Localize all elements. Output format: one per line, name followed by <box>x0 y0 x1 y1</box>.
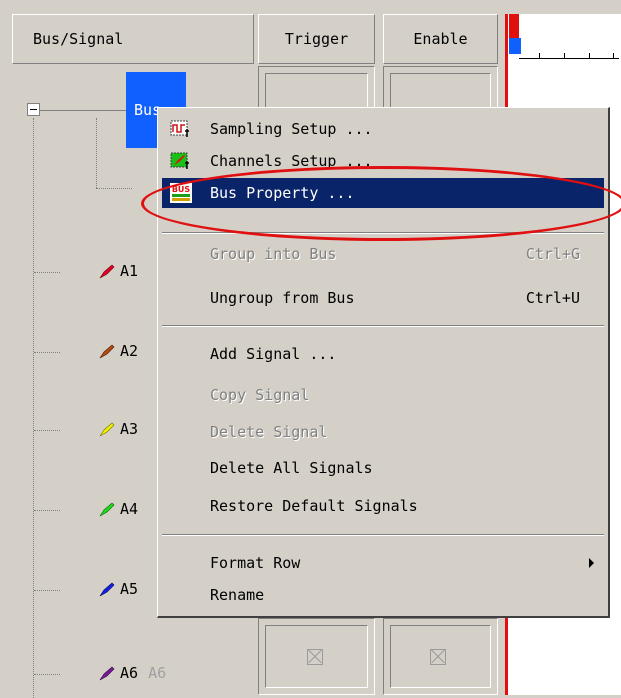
signal-row-a6[interactable]: A6 A6 <box>98 664 166 682</box>
sampling-setup-icon <box>170 120 189 137</box>
menu-item-shortcut: Ctrl+U <box>525 289 580 307</box>
disabled-x-icon <box>430 649 446 665</box>
signal-name: A2 <box>120 342 139 360</box>
tree-line <box>34 510 60 511</box>
ruler-tick <box>613 53 614 59</box>
menu-item-rename[interactable]: Rename <box>162 580 604 610</box>
column-header-trigger[interactable]: Trigger <box>258 14 375 64</box>
column-header-label: Enable <box>413 30 468 48</box>
column-header-label: Bus/Signal <box>33 30 124 48</box>
menu-separator <box>162 534 604 536</box>
tree-line <box>34 674 60 675</box>
channels-setup-icon <box>170 152 189 169</box>
blue-cursor-flag[interactable] <box>509 38 521 54</box>
signal-name: A6 <box>120 664 139 682</box>
column-header-enable[interactable]: Enable <box>383 14 498 64</box>
probe-icon <box>99 264 115 279</box>
menu-item-copy-signal[interactable]: Copy Signal <box>162 380 604 410</box>
probe-icon <box>99 502 115 517</box>
menu-item-label: Group into Bus <box>210 245 337 263</box>
ruler-tick <box>564 53 565 59</box>
trigger-cell[interactable] <box>258 618 375 695</box>
menu-item-label: Delete Signal <box>210 423 328 441</box>
signal-row-a3[interactable]: A3 <box>98 420 138 438</box>
probe-icon <box>99 666 115 681</box>
signal-name: A3 <box>120 420 139 438</box>
menu-item-delete-all-signals[interactable]: Delete All Signals <box>162 453 604 483</box>
menu-item-label: Restore Default Signals <box>210 497 418 515</box>
menu-separator <box>162 325 604 327</box>
time-ruler <box>519 58 619 59</box>
menu-item-label: Add Signal ... <box>210 345 337 363</box>
menu-item-label: Ungroup from Bus <box>210 289 355 307</box>
probe-icon <box>99 344 115 359</box>
ruler-tick <box>539 53 540 59</box>
signal-row-a1[interactable]: A1 <box>98 262 138 280</box>
menu-item-restore-default-signals[interactable]: Restore Default Signals <box>162 491 604 521</box>
tree-line <box>34 430 60 431</box>
menu-item-label: Sampling Setup ... <box>210 120 373 138</box>
signal-name: A5 <box>120 580 139 598</box>
disabled-x-icon <box>307 649 323 665</box>
probe-icon <box>99 422 115 437</box>
tree-line <box>96 188 132 189</box>
probe-icon <box>99 582 115 597</box>
menu-item-format-row[interactable]: Format Row <box>162 548 604 578</box>
tree-line <box>33 118 34 698</box>
column-header-label: Trigger <box>284 30 349 48</box>
submenu-arrow-icon <box>589 558 594 568</box>
signal-name: A1 <box>120 262 139 280</box>
minus-icon <box>30 109 37 110</box>
signal-alias: A6 <box>148 664 167 682</box>
ruler-tick <box>589 53 590 59</box>
menu-item-sampling-setup[interactable]: Sampling Setup ... <box>162 114 604 144</box>
menu-item-label: Copy Signal <box>210 386 310 404</box>
menu-item-label: Delete All Signals <box>210 459 373 477</box>
collapse-toggle[interactable] <box>27 103 40 116</box>
signal-row-a2[interactable]: A2 <box>98 342 138 360</box>
signal-name: A4 <box>120 500 139 518</box>
menu-item-group-into-bus[interactable]: Group into Bus Ctrl+G <box>162 239 604 269</box>
menu-item-delete-signal[interactable]: Delete Signal <box>162 417 604 447</box>
menu-item-ungroup-from-bus[interactable]: Ungroup from Bus Ctrl+U <box>162 283 604 313</box>
highlight-ellipse <box>141 166 621 241</box>
column-header-bus-signal[interactable]: Bus/Signal <box>12 14 254 64</box>
menu-item-shortcut: Ctrl+G <box>525 245 580 263</box>
tree-line <box>34 590 60 591</box>
menu-item-label: Format Row <box>210 554 301 572</box>
signal-row-a4[interactable]: A4 <box>98 500 138 518</box>
menu-item-label: Rename <box>210 586 265 604</box>
enable-cell[interactable] <box>383 618 498 695</box>
tree-line <box>38 110 126 111</box>
tree-line <box>96 118 97 188</box>
signal-row-a5[interactable]: A5 <box>98 580 138 598</box>
tree-line <box>34 352 60 353</box>
red-cursor-flag[interactable] <box>509 14 519 38</box>
menu-item-add-signal[interactable]: Add Signal ... <box>162 339 604 369</box>
tree-line <box>34 272 60 273</box>
